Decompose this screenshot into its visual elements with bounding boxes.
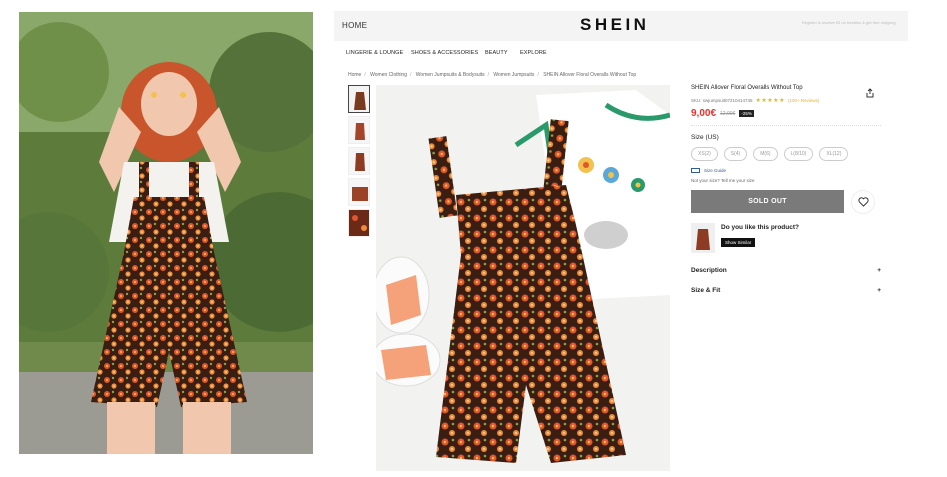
show-similar-button[interactable]: Show Similar bbox=[721, 238, 756, 247]
sale-price: 9,00€ bbox=[691, 108, 717, 119]
breadcrumb-jumpsuits[interactable]: Women Jumpsuits bbox=[493, 72, 534, 78]
size-option-l[interactable]: L(8/10) bbox=[783, 147, 814, 161]
size-label: Size (US) bbox=[691, 134, 719, 141]
top-bar: HOME SHEIN Register & receive €5 on free… bbox=[334, 11, 908, 41]
similar-product-thumbnail bbox=[691, 223, 715, 253]
size-option-xl[interactable]: XL(12) bbox=[819, 147, 849, 161]
breadcrumb-home[interactable]: Home bbox=[348, 72, 361, 78]
similar-question: Do you like this product? bbox=[721, 224, 800, 231]
product-info: SHEIN Allover Floral Overalls Without To… bbox=[691, 85, 881, 294]
similar-products-box: Do you like this product? Show Similar bbox=[691, 223, 881, 253]
size-guide-label: Size Guide bbox=[704, 168, 727, 173]
accordion-size-fit-label: Size & Fit bbox=[691, 287, 721, 294]
product-title: SHEIN Allover Floral Overalls Without To… bbox=[691, 85, 803, 91]
thumbnail[interactable] bbox=[348, 178, 370, 206]
heart-icon bbox=[857, 196, 869, 207]
sku-row: SKU: swjumpsuit07210414745 ★★★★★ (100+ R… bbox=[691, 97, 881, 104]
category-nav: LINGERIE & LOUNGE SHOES & ACCESSORIES BE… bbox=[334, 41, 908, 65]
action-row: SOLD OUT bbox=[691, 190, 881, 213]
nav-item-lingerie[interactable]: LINGERIE & LOUNGE bbox=[346, 50, 403, 56]
thumbnail[interactable] bbox=[348, 147, 370, 175]
size-option-s[interactable]: S(4) bbox=[723, 147, 748, 161]
size-options: XS(2) S(4) M(6) L(8/10) XL(12) bbox=[691, 147, 881, 161]
divider bbox=[691, 125, 881, 126]
product-page: Home / Women Clothing / Women Jumpsuits & … bbox=[334, 65, 908, 471]
accordion-size-fit[interactable]: Size & Fit + bbox=[691, 287, 881, 294]
thumbnail[interactable] bbox=[348, 85, 370, 113]
reviews-link[interactable]: (100+ Reviews) bbox=[788, 98, 819, 103]
promo-text: Register & receive €5 on freebies & get … bbox=[802, 20, 896, 25]
breadcrumb-jumpsuits-bodysuits[interactable]: Women Jumpsuits & Bodysuits bbox=[416, 72, 485, 78]
sold-out-button[interactable]: SOLD OUT bbox=[691, 190, 844, 213]
breadcrumb: Home / Women Clothing / Women Jumpsuits & … bbox=[348, 72, 637, 78]
nav-item-explore[interactable]: EXPLORE bbox=[520, 50, 547, 56]
star-icon: ★★★★★ bbox=[755, 98, 785, 104]
size-option-m[interactable]: M(6) bbox=[753, 147, 778, 161]
ruler-icon bbox=[691, 168, 700, 173]
plus-icon: + bbox=[877, 287, 881, 294]
shop-screenshot: HOME SHEIN Register & receive €5 on free… bbox=[334, 11, 908, 471]
nav-item-shoes[interactable]: SHOES & ACCESSORIES bbox=[411, 50, 478, 56]
model-photo bbox=[19, 12, 313, 454]
accordion-description-label: Description bbox=[691, 267, 727, 274]
thumbnail[interactable] bbox=[348, 209, 370, 237]
fit-prompt-link[interactable]: Not your size? Tell me your size bbox=[691, 178, 881, 183]
price-row: 9,00€ 12,00€ -25% bbox=[691, 108, 881, 119]
plus-icon: + bbox=[877, 267, 881, 274]
thumbnail-list bbox=[348, 85, 372, 240]
original-price: 12,00€ bbox=[720, 110, 736, 117]
main-product-image[interactable] bbox=[376, 85, 670, 471]
wishlist-button[interactable] bbox=[852, 190, 874, 213]
discount-badge: -25% bbox=[739, 110, 754, 117]
nav-item-beauty[interactable]: BEAUTY bbox=[485, 50, 508, 56]
sku-text: SKU: swjumpsuit07210414745 bbox=[691, 98, 753, 103]
thumbnail[interactable] bbox=[348, 116, 370, 144]
accordion-description[interactable]: Description + bbox=[691, 267, 881, 274]
home-link[interactable]: HOME bbox=[342, 21, 367, 30]
breadcrumb-current: SHEIN Allover Floral Overalls Without To… bbox=[543, 72, 637, 78]
shein-logo[interactable]: SHEIN bbox=[580, 15, 649, 35]
share-icon[interactable] bbox=[865, 85, 875, 98]
size-option-xs[interactable]: XS(2) bbox=[691, 147, 718, 161]
breadcrumb-women-clothing[interactable]: Women Clothing bbox=[370, 72, 407, 78]
size-guide-link[interactable]: Size Guide bbox=[691, 168, 881, 173]
